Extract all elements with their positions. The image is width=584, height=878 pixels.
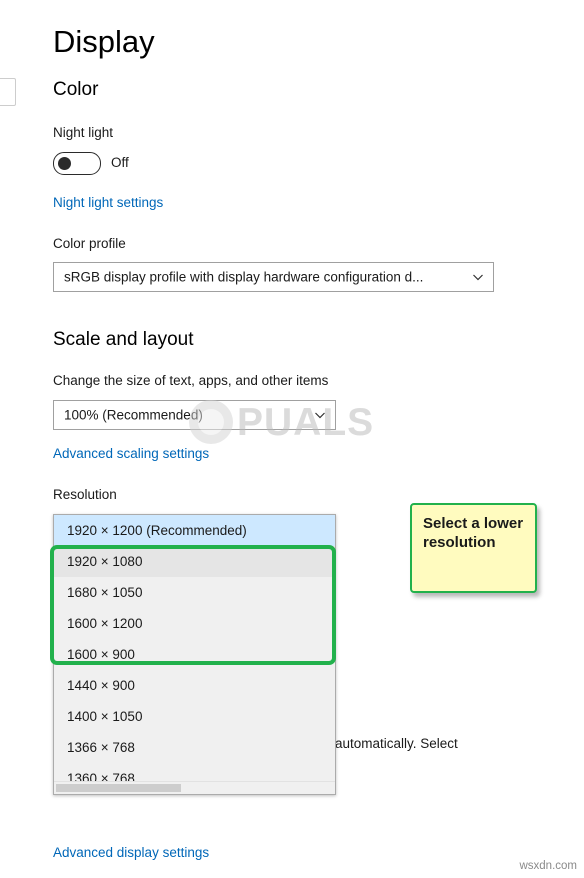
dropdown-option[interactable]: 1366 × 768 [54,732,335,763]
dropdown-horizontal-scrollbar[interactable] [54,781,335,794]
footer-source: wsxdn.com [519,860,577,872]
color-profile-label: Color profile [53,236,126,251]
background-window-edge [0,0,25,878]
chevron-down-icon [472,271,484,283]
night-light-state: Off [111,155,129,170]
night-light-toggle[interactable] [53,152,101,175]
night-light-settings-link[interactable]: Night light settings [53,195,163,210]
dropdown-option[interactable]: 1440 × 900 [54,670,335,701]
scale-combobox[interactable]: 100% (Recommended) [53,400,336,430]
advanced-display-settings-link[interactable]: Advanced display settings [53,845,209,860]
callout-box: Select a lower resolution [410,503,537,593]
background-window-control [0,78,16,106]
callout-text: Select a lower resolution [423,515,524,551]
scrollbar-thumb[interactable] [56,784,181,792]
dropdown-option[interactable]: 1400 × 1050 [54,701,335,732]
chevron-down-icon [314,409,326,421]
dropdown-option[interactable]: 1680 × 1050 [54,577,335,608]
orientation-hint-text: automatically. Select [335,736,458,751]
night-light-label: Night light [53,125,114,140]
page-title: Display [53,24,155,59]
dropdown-option[interactable]: 1600 × 900 [54,639,335,670]
section-heading-scale-layout: Scale and layout [53,329,194,350]
scale-label: Change the size of text, apps, and other… [53,373,329,388]
resolution-dropdown-list[interactable]: 1920 × 1200 (Recommended) 1920 × 1080 16… [53,514,336,795]
section-heading-color: Color [53,79,99,100]
scale-value: 100% (Recommended) [64,407,203,423]
color-profile-combobox[interactable]: sRGB display profile with display hardwa… [53,262,494,292]
display-settings-page: Display Color Night light Off Night ligh… [24,0,584,878]
dropdown-option[interactable]: 1600 × 1200 [54,608,335,639]
color-profile-value: sRGB display profile with display hardwa… [64,269,424,285]
toggle-knob [58,157,71,170]
dropdown-option[interactable]: 1920 × 1200 (Recommended) [54,515,335,546]
resolution-label: Resolution [53,487,117,502]
advanced-scaling-settings-link[interactable]: Advanced scaling settings [53,446,209,461]
dropdown-option[interactable]: 1920 × 1080 [54,546,335,577]
